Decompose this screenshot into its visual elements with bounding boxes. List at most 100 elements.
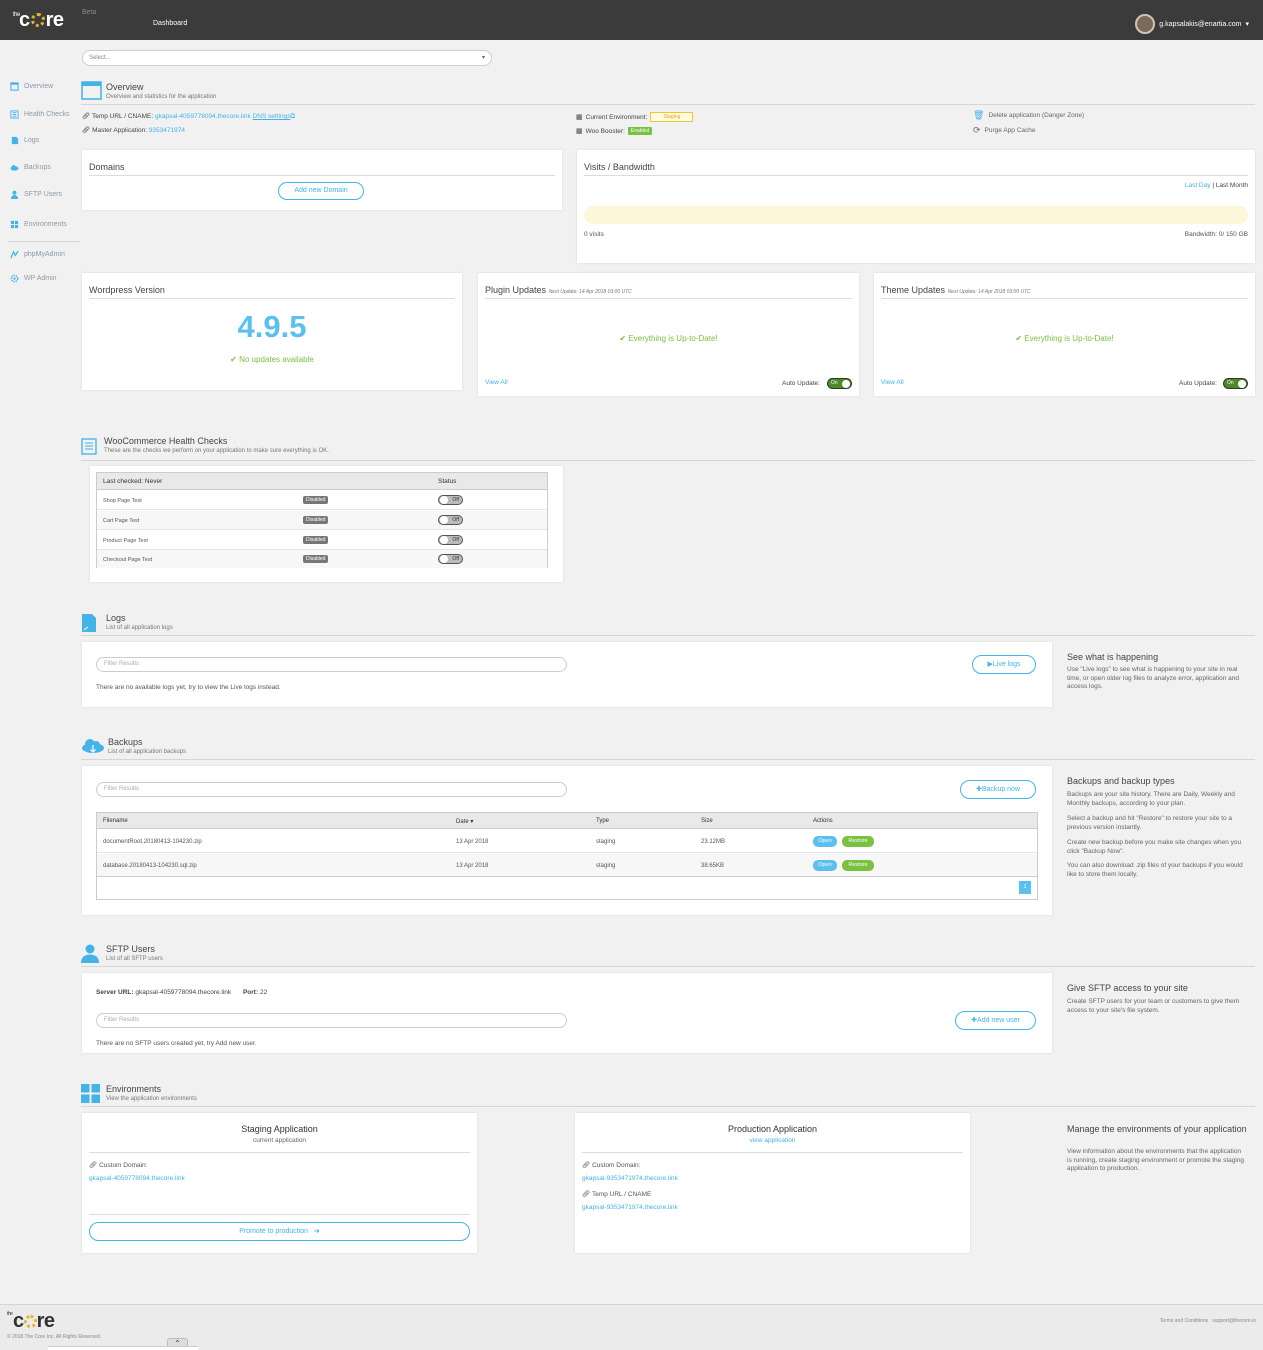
application-select[interactable]: Select... ▾: [82, 50, 492, 66]
user-email: g.kapsalakis@enartia.com: [1159, 20, 1242, 28]
section-title-health-checks: WooCommerce Health Checks: [104, 436, 228, 446]
staging-environment-card: Staging Application current application …: [82, 1113, 477, 1253]
support-email-link[interactable]: support@thecore.io: [1212, 1318, 1256, 1324]
health-check-toggle[interactable]: Off: [438, 535, 463, 545]
logs-empty-message: There are no available logs yet, try to …: [96, 684, 281, 691]
card-divider: [89, 1152, 470, 1153]
restore-backup-button[interactable]: Restore: [842, 836, 874, 847]
backup-now-button[interactable]: ✚Backup now: [960, 780, 1036, 799]
master-app-link[interactable]: 9353471974: [149, 127, 185, 134]
table-header: Last checked: Never Status: [97, 473, 547, 490]
health-check-toggle[interactable]: Off: [438, 495, 463, 505]
column-header: Last checked: Never: [103, 478, 163, 485]
sidebar-item-environments[interactable]: Environments: [10, 220, 67, 229]
wordpress-version-number: 4.9.5: [237, 309, 307, 344]
dns-settings-link[interactable]: DNS settings: [253, 113, 291, 120]
card-title: Visits / Bandwidth: [584, 162, 655, 172]
promote-to-production-button[interactable]: Promote to production ➜: [89, 1222, 470, 1241]
pagination-page-button[interactable]: 1: [1019, 881, 1031, 894]
sidebar-item-overview[interactable]: Overview: [10, 82, 53, 91]
plugins-auto-update-toggle[interactable]: On: [827, 378, 852, 389]
health-check-toggle[interactable]: Off: [438, 554, 463, 564]
column-header: Status: [438, 478, 457, 485]
section-divider: [81, 104, 1255, 105]
environments-help-title: Manage the environments of your applicat…: [1067, 1124, 1247, 1134]
file-icon: [11, 136, 19, 145]
themes-auto-update-toggle[interactable]: On: [1223, 378, 1248, 389]
backup-filename: documentRoot.20180413-104230.zip: [103, 839, 202, 845]
auto-update-label: Auto Update:: [1179, 380, 1217, 387]
section-subtitle-overview: Overview and statistics for the applicat…: [106, 94, 217, 100]
card-title: Domains: [89, 162, 125, 172]
link-icon: 🔗︎: [582, 1191, 591, 1198]
sftp-filter-input[interactable]: Filter Results: [96, 1013, 567, 1028]
footer-logo[interactable]: the cre core: [7, 1310, 55, 1333]
live-logs-button[interactable]: ▶Live logs: [972, 655, 1036, 674]
section-title-sftp-users: SFTP Users: [106, 944, 155, 954]
column-header: Filename: [103, 818, 128, 824]
last-month-link[interactable]: Last Month: [1216, 182, 1248, 189]
chevron-down-icon: ▾: [481, 55, 485, 61]
grid-icon: ▦: [576, 114, 583, 121]
card-divider: [584, 175, 1248, 176]
delete-application-link[interactable]: 🗑︎ Delete application (Danger Zone): [973, 110, 1084, 121]
woo-booster-row: ▦ Woo Booster: Enabled: [576, 127, 653, 135]
section-title-overview: Overview: [106, 82, 144, 92]
column-header: Actions: [813, 818, 833, 824]
sidebar-item-phpmyadmin[interactable]: phpMyAdmin: [10, 250, 65, 259]
visits-bandwidth-card: Visits / Bandwidth Last Day | Last Month…: [577, 150, 1255, 263]
last-day-link[interactable]: Last Day: [1185, 182, 1211, 189]
phpmyadmin-icon: [10, 250, 19, 259]
custom-domain-label: 🔗︎ Custom Domain:: [89, 1162, 148, 1169]
table-row: Shop Page Test Disabled Off: [97, 491, 547, 510]
plugins-view-all-link[interactable]: View All: [485, 379, 508, 386]
window-icon: [81, 81, 102, 100]
table-row: database.20180413-104230.sql.zip 13 Apr …: [97, 854, 1037, 877]
plugin-updates-card: Plugin Updates Next Update: 14 Apr 2018 …: [478, 273, 859, 396]
backups-filter-input[interactable]: Filter Results: [96, 782, 567, 797]
add-sftp-user-button[interactable]: ✚Add new user: [955, 1011, 1036, 1030]
status-badge: Disabled: [303, 555, 329, 563]
purge-cache-link[interactable]: ⟳ Purge App Cache: [973, 125, 1036, 136]
sftp-server-info: Server URL: gkapsal-4059778094.thecore.l…: [96, 989, 268, 996]
master-app-row: 🔗︎ Master Application: 9353471974: [82, 127, 185, 134]
card-divider: [582, 1152, 963, 1153]
logs-filter-input[interactable]: Filter Results: [96, 657, 567, 672]
nav-dashboard-link[interactable]: Dashboard: [153, 20, 187, 27]
backup-size: 23.12MB: [701, 839, 726, 845]
temp-url-row: 🔗︎ Temp URL / CNAME: gkapsal-4059778094.…: [82, 113, 296, 120]
view-application-link[interactable]: view application: [575, 1137, 970, 1144]
section-subtitle-health-checks: These are the checks we perform on your …: [104, 448, 329, 454]
logs-card: Filter Results ▶Live logs There are no a…: [82, 642, 1052, 707]
check-icon: ✔: [619, 334, 627, 343]
temp-url-link[interactable]: gkapsal-4059778094.thecore.link: [155, 113, 251, 120]
card-title: Plugin Updates Next Update: 14 Apr 2018 …: [485, 285, 632, 295]
production-temp-url-link[interactable]: gkapsal-9353471974.thecore.link: [582, 1204, 678, 1211]
open-backup-button[interactable]: Open: [813, 836, 837, 847]
column-header-sortable[interactable]: Date ▾: [456, 818, 473, 825]
sidebar-item-wp-admin[interactable]: WP Admin: [10, 274, 57, 283]
sidebar-item-logs[interactable]: Logs: [10, 136, 39, 145]
bandwidth-usage: Bandwidth: 0/ 150 GB: [1184, 231, 1248, 238]
sftp-users-card: Server URL: gkapsal-4059778094.thecore.l…: [82, 973, 1052, 1053]
health-check-toggle[interactable]: Off: [438, 515, 463, 525]
open-backup-button[interactable]: Open: [813, 860, 837, 871]
grid-icon: ▦: [576, 128, 583, 135]
sidebar-item-backups[interactable]: Backups: [10, 163, 51, 172]
production-domain-link[interactable]: gkapsal-9353471974.thecore.link: [582, 1175, 678, 1182]
app-logo[interactable]: the corecre: [13, 9, 64, 32]
user-menu[interactable]: g.kapsalakis@enartia.com ▾: [1135, 14, 1249, 34]
sidebar-item-health-checks[interactable]: Health Checks: [10, 110, 70, 119]
temp-url-label: 🔗︎ Temp URL / CNAME: [582, 1191, 652, 1198]
add-domain-button[interactable]: Add new Domain: [278, 182, 364, 200]
section-title-backups: Backups: [108, 737, 143, 747]
check-name: Cart Page Test: [103, 518, 140, 524]
sidebar-item-sftp-users[interactable]: SFTP Users: [10, 190, 62, 199]
section-divider: [81, 635, 1255, 636]
file-icon: [82, 614, 96, 632]
restore-backup-button[interactable]: Restore: [842, 860, 874, 871]
terms-link[interactable]: Terms and Conditions: [1160, 1318, 1208, 1324]
trash-icon: 🗑︎: [973, 110, 985, 120]
staging-domain-link[interactable]: gkapsal-4059778094.thecore.link: [89, 1175, 185, 1182]
themes-view-all-link[interactable]: View All: [881, 379, 904, 386]
